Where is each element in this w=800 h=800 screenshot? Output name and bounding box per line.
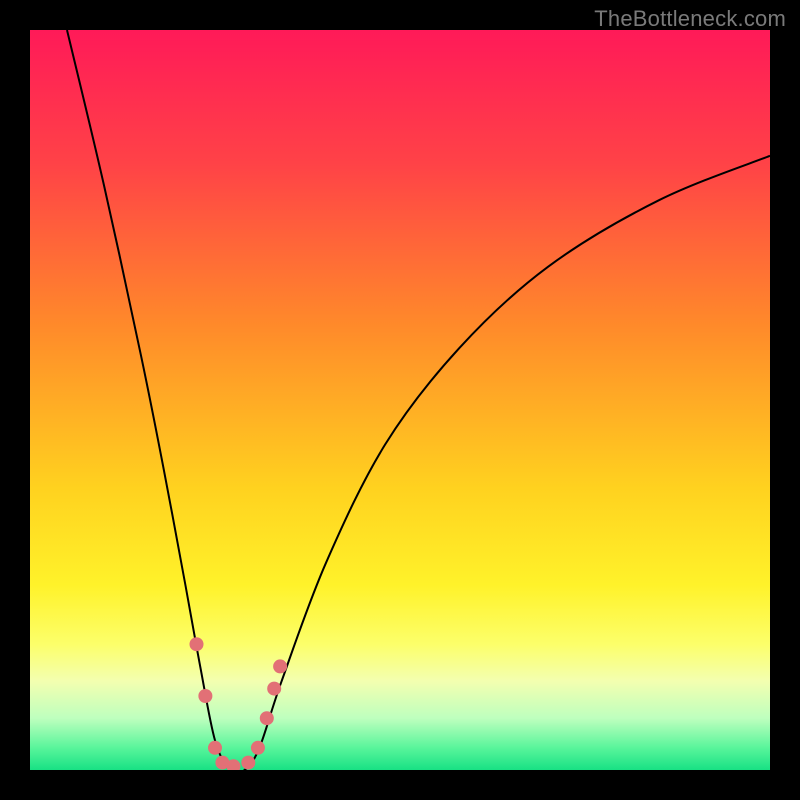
curve-marker-dot — [267, 682, 281, 696]
outer-frame: TheBottleneck.com — [0, 0, 800, 800]
curve-marker-dot — [208, 741, 222, 755]
chart-svg — [30, 30, 770, 770]
curve-marker-dot — [251, 741, 265, 755]
curve-marker-dot — [241, 756, 255, 770]
plot-area — [30, 30, 770, 770]
curve-marker-dot — [273, 659, 287, 673]
watermark-text: TheBottleneck.com — [594, 6, 786, 32]
gradient-background — [30, 30, 770, 770]
curve-marker-dot — [190, 637, 204, 651]
curve-marker-dot — [260, 711, 274, 725]
curve-marker-dot — [198, 689, 212, 703]
